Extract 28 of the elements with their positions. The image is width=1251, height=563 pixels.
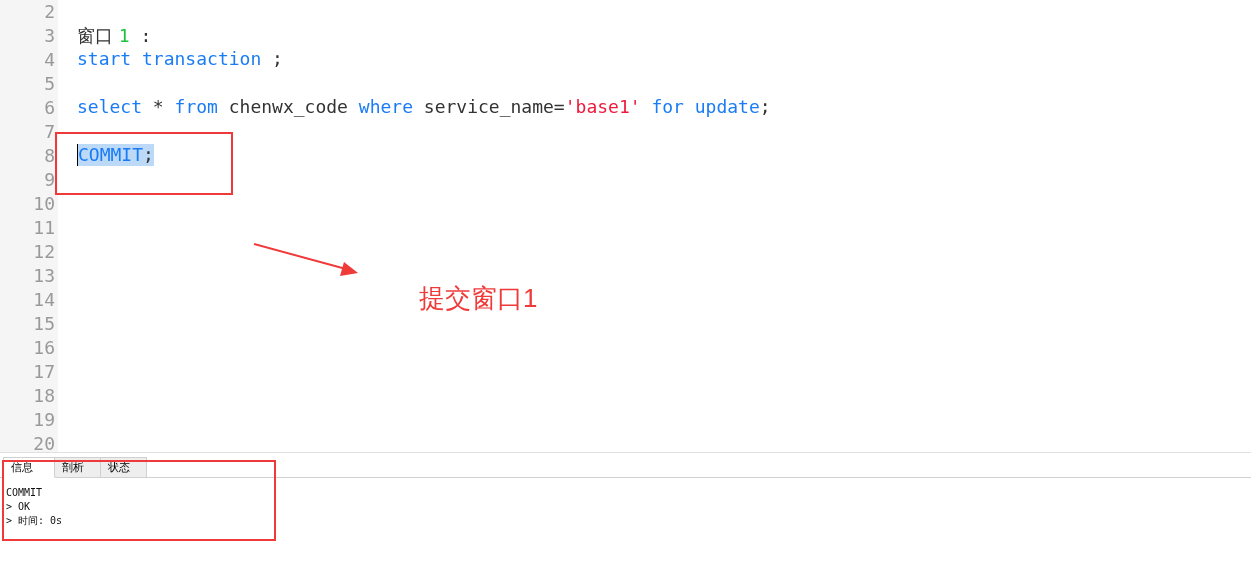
- line-number: 9: [43, 168, 56, 192]
- line-number: 14: [32, 288, 56, 312]
- code-line: select * from chenwx_code where service_name='base1' for update;: [77, 96, 771, 119]
- line-number: 18: [32, 384, 56, 408]
- line-number: 13: [32, 264, 56, 288]
- message-line: COMMIT: [6, 486, 44, 500]
- line-number: 6: [43, 96, 56, 120]
- result-tab[interactable]: 剖析: [55, 457, 101, 478]
- line-number: 15: [32, 312, 56, 336]
- line-number: 19: [32, 408, 56, 432]
- line-number: 20: [32, 432, 56, 456]
- code-line: start transaction ;: [77, 48, 283, 71]
- line-number: 10: [32, 192, 56, 216]
- line-number: 16: [32, 336, 56, 360]
- line-number: 7: [43, 120, 56, 144]
- line-number: 4: [43, 48, 56, 72]
- message-line: > 时间: 0s: [6, 514, 64, 528]
- message-line: > OK: [6, 500, 32, 514]
- line-number: 8: [43, 144, 56, 168]
- line-number: 2: [43, 0, 56, 24]
- annotation-text: 提交窗口1: [419, 282, 538, 315]
- result-tab[interactable]: 状态: [101, 457, 147, 478]
- line-number: 17: [32, 360, 56, 384]
- line-number: 11: [32, 216, 56, 240]
- line-number: 3: [43, 24, 56, 48]
- line-number: 12: [32, 240, 56, 264]
- line-number: 5: [43, 72, 56, 96]
- code-line: 窗口 1 :: [77, 24, 152, 47]
